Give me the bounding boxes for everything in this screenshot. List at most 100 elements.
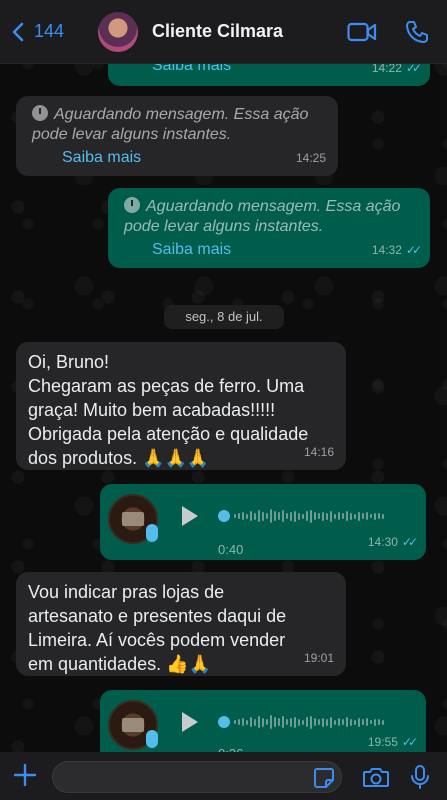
video-call-icon[interactable] bbox=[347, 22, 377, 42]
waveform-bar bbox=[294, 510, 296, 522]
waveform-bar bbox=[326, 718, 328, 726]
waiting-message-text: Aguardando mensagem. Essa ação pode leva… bbox=[32, 106, 309, 143]
waveform-bar bbox=[274, 511, 276, 521]
waveform-bar bbox=[302, 513, 304, 519]
waveform-bar bbox=[250, 717, 252, 727]
waveform-bar bbox=[318, 513, 320, 519]
waiting-message-text: Aguardando mensagem. Essa ação pode leva… bbox=[124, 198, 401, 235]
message-bubble-incoming[interactable]: Vou indicar pras lojas de artesanato e p… bbox=[16, 572, 346, 676]
waveform-bar bbox=[342, 513, 344, 519]
message-input[interactable] bbox=[52, 761, 342, 793]
waveform-bar bbox=[306, 717, 308, 727]
contact-name[interactable]: Cliente Cilmara bbox=[152, 21, 283, 42]
waveform-bar bbox=[346, 511, 348, 521]
waveform-bar bbox=[326, 512, 328, 520]
waveform-bar bbox=[238, 513, 240, 519]
microphone-icon[interactable] bbox=[410, 764, 430, 790]
message-bubble-incoming[interactable]: Aguardando mensagem. Essa ação pode leva… bbox=[16, 96, 338, 176]
avatar[interactable] bbox=[98, 11, 138, 52]
voice-waveform[interactable] bbox=[234, 504, 384, 528]
waveform-bar bbox=[314, 718, 316, 726]
waveform-bar bbox=[370, 514, 372, 518]
waveform-bar bbox=[254, 512, 256, 520]
waveform-bar bbox=[278, 512, 280, 520]
message-line: artesanato e presentes daqui de bbox=[28, 606, 287, 626]
message-line: Obrigada pela atenção e qualidade bbox=[28, 424, 309, 444]
message-time: 14:25 bbox=[295, 151, 326, 165]
voice-progress-handle[interactable] bbox=[218, 510, 230, 522]
message-time: 14:30 ✓✓ bbox=[368, 530, 418, 554]
voice-message-bubble[interactable]: 0:40 14:30 ✓✓ bbox=[100, 484, 426, 560]
waveform-bar bbox=[322, 717, 324, 727]
message-line: Oi, Bruno! bbox=[28, 352, 110, 372]
waveform-bar bbox=[270, 509, 272, 523]
waveform-bar bbox=[314, 512, 316, 520]
waveform-bar bbox=[330, 716, 332, 728]
plus-icon[interactable] bbox=[12, 762, 38, 788]
waveform-bar bbox=[294, 716, 296, 728]
waveform-bar bbox=[358, 511, 360, 521]
message-line: Vou indicar pras lojas de bbox=[28, 582, 225, 602]
waveform-bar bbox=[266, 719, 268, 725]
waveform-bar bbox=[338, 718, 340, 726]
waveform-bar bbox=[318, 719, 320, 725]
clock-icon bbox=[32, 105, 48, 121]
sticker-icon[interactable] bbox=[313, 767, 335, 789]
waveform-bar bbox=[246, 513, 248, 519]
message-time: 19:55 ✓✓ bbox=[368, 730, 418, 754]
microphone-icon bbox=[146, 730, 158, 748]
waveform-bar bbox=[354, 719, 356, 725]
learn-more-link[interactable]: Saiba mais bbox=[152, 238, 231, 262]
waveform-bar bbox=[334, 719, 336, 725]
waveform-bar bbox=[270, 715, 272, 729]
waveform-bar bbox=[290, 511, 292, 521]
phone-icon[interactable] bbox=[405, 20, 429, 44]
waveform-bar bbox=[234, 720, 236, 724]
waveform-bar bbox=[298, 512, 300, 520]
message-time: 19:01 bbox=[303, 651, 334, 665]
message-line: em quantidades. 👍🙏 bbox=[28, 654, 211, 674]
waveform-bar bbox=[238, 719, 240, 725]
waveform-bar bbox=[250, 511, 252, 521]
play-button[interactable] bbox=[182, 712, 198, 732]
play-button[interactable] bbox=[182, 506, 198, 526]
waveform-bar bbox=[350, 718, 352, 726]
back-button[interactable]: 144 bbox=[8, 21, 82, 43]
chevron-left-icon bbox=[12, 22, 24, 41]
waveform-bar bbox=[286, 513, 288, 519]
waveform-bar bbox=[254, 718, 256, 726]
waveform-bar bbox=[382, 719, 384, 725]
waveform-bar bbox=[242, 718, 244, 726]
voice-duration: 0:40 bbox=[218, 542, 244, 557]
waveform-bar bbox=[358, 717, 360, 727]
message-line: Chegaram as peças de ferro. Uma bbox=[28, 376, 305, 396]
waveform-bar bbox=[262, 511, 264, 521]
waveform-bar bbox=[258, 510, 260, 522]
camera-icon[interactable] bbox=[362, 766, 390, 788]
chat-header: 144 Cliente Cilmara bbox=[0, 0, 447, 64]
waveform-bar bbox=[350, 512, 352, 520]
message-bubble-outgoing[interactable]: Aguardando mensagem. Essa ação pode leva… bbox=[108, 188, 430, 268]
read-ticks-icon: ✓✓ bbox=[401, 735, 418, 749]
waveform-bar bbox=[330, 510, 332, 522]
waveform-bar bbox=[346, 717, 348, 727]
waveform-bar bbox=[342, 719, 344, 725]
waveform-bar bbox=[266, 513, 268, 519]
learn-more-link[interactable]: Saiba mais bbox=[62, 146, 141, 170]
message-bubble-incoming[interactable]: Oi, Bruno! Chegaram as peças de ferro. U… bbox=[16, 342, 346, 470]
waveform-bar bbox=[310, 509, 312, 523]
clock-icon bbox=[124, 197, 140, 213]
waveform-bar bbox=[370, 720, 372, 724]
voice-waveform[interactable] bbox=[234, 710, 384, 734]
waveform-bar bbox=[298, 718, 300, 726]
voice-progress-handle[interactable] bbox=[218, 716, 230, 728]
waveform-bar bbox=[354, 513, 356, 519]
read-ticks-icon: ✓✓ bbox=[405, 243, 422, 257]
waveform-bar bbox=[274, 717, 276, 727]
waveform-bar bbox=[282, 716, 284, 728]
waveform-bar bbox=[374, 718, 376, 726]
waveform-bar bbox=[366, 512, 368, 520]
waveform-bar bbox=[302, 719, 304, 725]
waveform-bar bbox=[362, 513, 364, 519]
date-separator: seg., 8 de jul. bbox=[164, 305, 284, 329]
